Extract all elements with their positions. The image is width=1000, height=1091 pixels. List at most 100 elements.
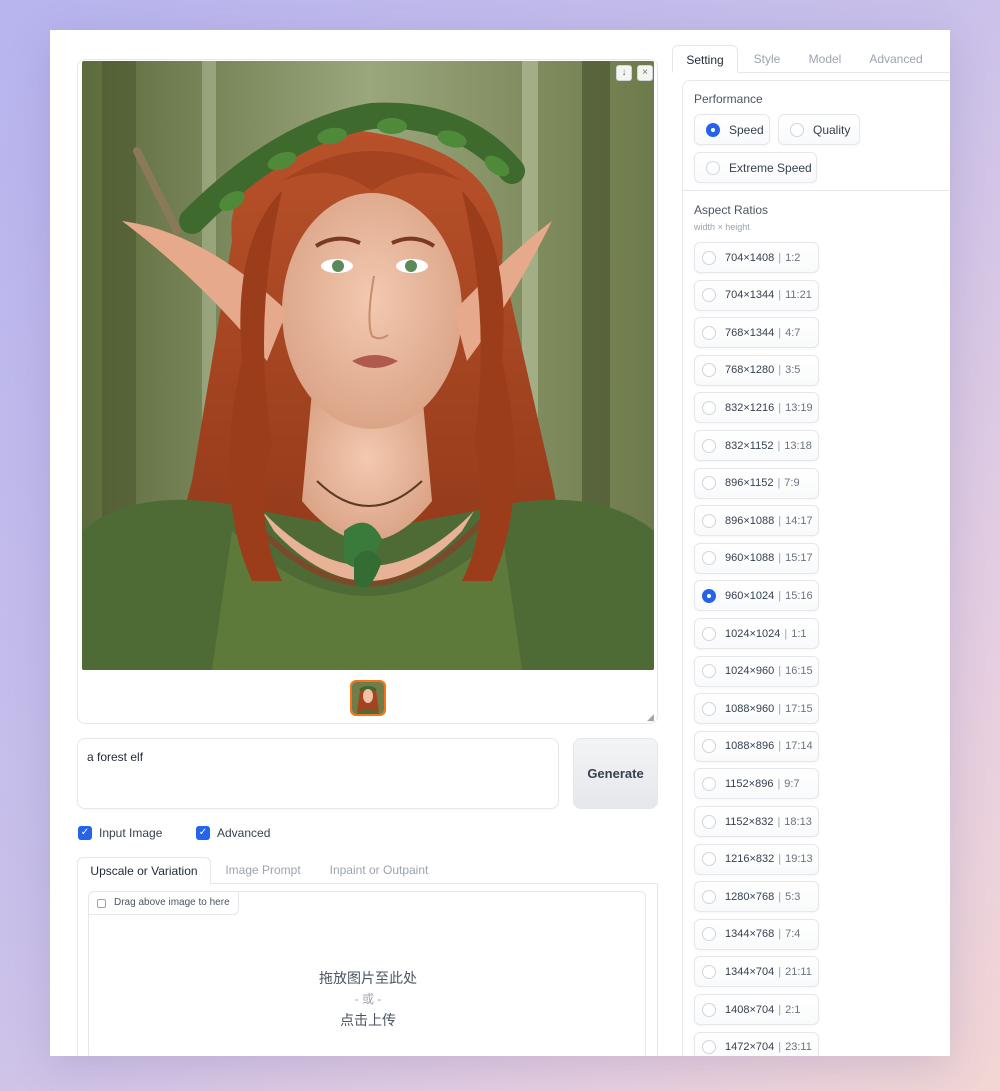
- aspect-size: 1152×832: [725, 815, 774, 828]
- performance-speed[interactable]: Speed: [694, 114, 770, 145]
- aspect-size: 1344×768: [725, 928, 775, 941]
- aspect-ratio-option[interactable]: 1216×832 | 19:13: [694, 843, 819, 875]
- aspect-separator: |: [777, 777, 781, 790]
- image-upload-dropzone[interactable]: Drag above image to here 拖放图片至此处 - 或 - 点…: [88, 891, 646, 1056]
- aspect-ratio-value: 17:15: [785, 702, 813, 715]
- aspect-ratio-option[interactable]: 1280×768 | 5:3: [694, 881, 819, 913]
- extreme-speed-label: Extreme Speed: [729, 160, 812, 175]
- radio-icon: [702, 927, 716, 942]
- aspect-ratio-option[interactable]: 704×1344 | 11:21: [694, 279, 819, 311]
- input-image-checkbox[interactable]: ✓ Input Image: [78, 826, 162, 840]
- aspect-ratios-label: Aspect Ratios: [694, 203, 769, 217]
- aspect-ratio-value: 4:7: [785, 326, 801, 339]
- or-text: - 或 -: [354, 992, 382, 1006]
- aspect-ratio-option[interactable]: 1472×704 | 23:11: [694, 1031, 819, 1056]
- checkmark-icon: ✓: [78, 826, 92, 840]
- aspect-ratio-option[interactable]: 1088×896 | 17:14: [694, 730, 819, 762]
- resize-grip-icon[interactable]: ◢: [647, 713, 656, 722]
- radio-icon: [702, 776, 716, 791]
- aspect-ratio-value: 1:1: [791, 627, 807, 640]
- tab-inpaint-or-outpaint[interactable]: Inpaint or Outpaint: [321, 857, 437, 884]
- aspect-ratio-option[interactable]: 832×1216 | 13:19: [694, 392, 819, 424]
- radio-icon: [702, 889, 716, 904]
- aspect-separator: |: [778, 401, 782, 414]
- tab-style[interactable]: Style: [744, 45, 790, 73]
- radio-icon: [702, 513, 716, 528]
- radio-icon: [702, 1040, 716, 1055]
- aspect-separator: |: [778, 514, 782, 527]
- radio-icon: [702, 438, 716, 453]
- aspect-separator: |: [778, 965, 782, 978]
- click-upload-text: 点击上传: [340, 1012, 396, 1028]
- radio-icon: [702, 1002, 716, 1017]
- app-window: ↓ × ◢ a forest elf Generate ✓ Input Imag…: [50, 30, 950, 1056]
- aspect-ratio-value: 14:17: [785, 514, 813, 527]
- download-icon[interactable]: ↓: [616, 65, 632, 81]
- output-gallery: ↓ × ◢: [77, 59, 658, 724]
- generate-button[interactable]: Generate: [573, 738, 658, 809]
- aspect-ratio-option[interactable]: 1088×960 | 17:15: [694, 693, 819, 725]
- thumbnail-image: [352, 682, 384, 714]
- generated-image[interactable]: ↓ ×: [82, 61, 654, 670]
- aspect-size: 896×1088: [725, 514, 775, 527]
- close-icon[interactable]: ×: [637, 65, 653, 81]
- aspect-ratio-option[interactable]: 768×1344 | 4:7: [694, 317, 819, 349]
- aspect-ratio-option[interactable]: 960×1088 | 15:17: [694, 542, 819, 574]
- radio-icon: [702, 814, 716, 829]
- aspect-separator: |: [777, 815, 781, 828]
- aspect-separator: |: [777, 439, 781, 452]
- tab-image-prompt[interactable]: Image Prompt: [217, 857, 309, 884]
- aspect-separator: |: [778, 740, 782, 753]
- radio-icon: [790, 122, 804, 137]
- aspect-ratio-option[interactable]: 768×1280 | 3:5: [694, 354, 819, 386]
- tab-upscale-or-variation[interactable]: Upscale or Variation: [77, 857, 211, 885]
- radio-icon: [702, 400, 716, 415]
- aspect-size: 768×1344: [725, 326, 775, 339]
- prompt-input[interactable]: a forest elf: [77, 738, 559, 809]
- aspect-ratio-value: 17:14: [785, 740, 813, 753]
- aspect-ratio-option[interactable]: 1024×1024 | 1:1: [694, 618, 819, 649]
- aspect-separator: |: [778, 552, 782, 565]
- aspect-ratio-value: 19:13: [785, 853, 813, 866]
- aspect-ratio-option[interactable]: 1408×704 | 2:1: [694, 994, 819, 1025]
- aspect-separator: |: [777, 477, 781, 490]
- performance-extreme-speed[interactable]: Extreme Speed: [694, 152, 817, 183]
- aspect-ratio-value: 2:1: [785, 1003, 801, 1016]
- aspect-ratio-option[interactable]: 1024×960 | 16:15: [694, 655, 819, 687]
- aspect-ratio-option[interactable]: 896×1152 | 7:9: [694, 467, 819, 499]
- radio-icon: [702, 363, 716, 378]
- aspect-ratio-option[interactable]: 896×1088 | 14:17: [694, 505, 819, 537]
- aspect-size: 832×1152: [725, 439, 774, 452]
- aspect-size: 1152×896: [725, 777, 774, 790]
- aspect-ratio-option[interactable]: 1344×768 | 7:4: [694, 918, 819, 950]
- aspect-ratio-value: 9:7: [784, 777, 800, 790]
- tab-advanced[interactable]: Advanced: [860, 45, 932, 73]
- aspect-size: 1216×832: [725, 853, 775, 866]
- elf-portrait: [82, 61, 654, 670]
- drag-hint: Drag above image to here: [89, 892, 239, 915]
- advanced-checkbox[interactable]: ✓ Advanced: [196, 826, 270, 840]
- aspect-ratio-value: 13:19: [785, 401, 813, 414]
- section-divider: [683, 190, 950, 191]
- aspect-ratio-value: 1:2: [785, 251, 801, 264]
- advanced-label: Advanced: [217, 826, 271, 840]
- aspect-ratio-value: 23:11: [785, 1041, 812, 1054]
- tab-setting[interactable]: Setting: [672, 45, 738, 73]
- aspect-size: 1280×768: [725, 890, 775, 903]
- aspect-ratio-option[interactable]: 1152×896 | 9:7: [694, 768, 819, 800]
- performance-quality[interactable]: Quality: [778, 114, 860, 145]
- radio-icon: [702, 664, 716, 679]
- thumbnail-selected[interactable]: [350, 680, 386, 716]
- aspect-separator: |: [778, 364, 782, 377]
- aspect-separator: |: [778, 702, 782, 715]
- tab-model[interactable]: Model: [800, 45, 850, 73]
- aspect-ratio-option[interactable]: 704×1408 | 1:2: [694, 242, 819, 273]
- aspect-ratio-option[interactable]: 1344×704 | 21:11: [694, 956, 819, 988]
- radio-icon: [702, 701, 716, 716]
- aspect-separator: |: [778, 251, 782, 264]
- aspect-ratio-option[interactable]: 1152×832 | 18:13: [694, 806, 819, 837]
- aspect-ratio-value: 15:16: [785, 589, 813, 602]
- radio-selected-icon: [702, 588, 716, 603]
- aspect-ratio-option[interactable]: 960×1024 | 15:16: [694, 580, 819, 612]
- aspect-ratio-option[interactable]: 832×1152 | 13:18: [694, 430, 819, 461]
